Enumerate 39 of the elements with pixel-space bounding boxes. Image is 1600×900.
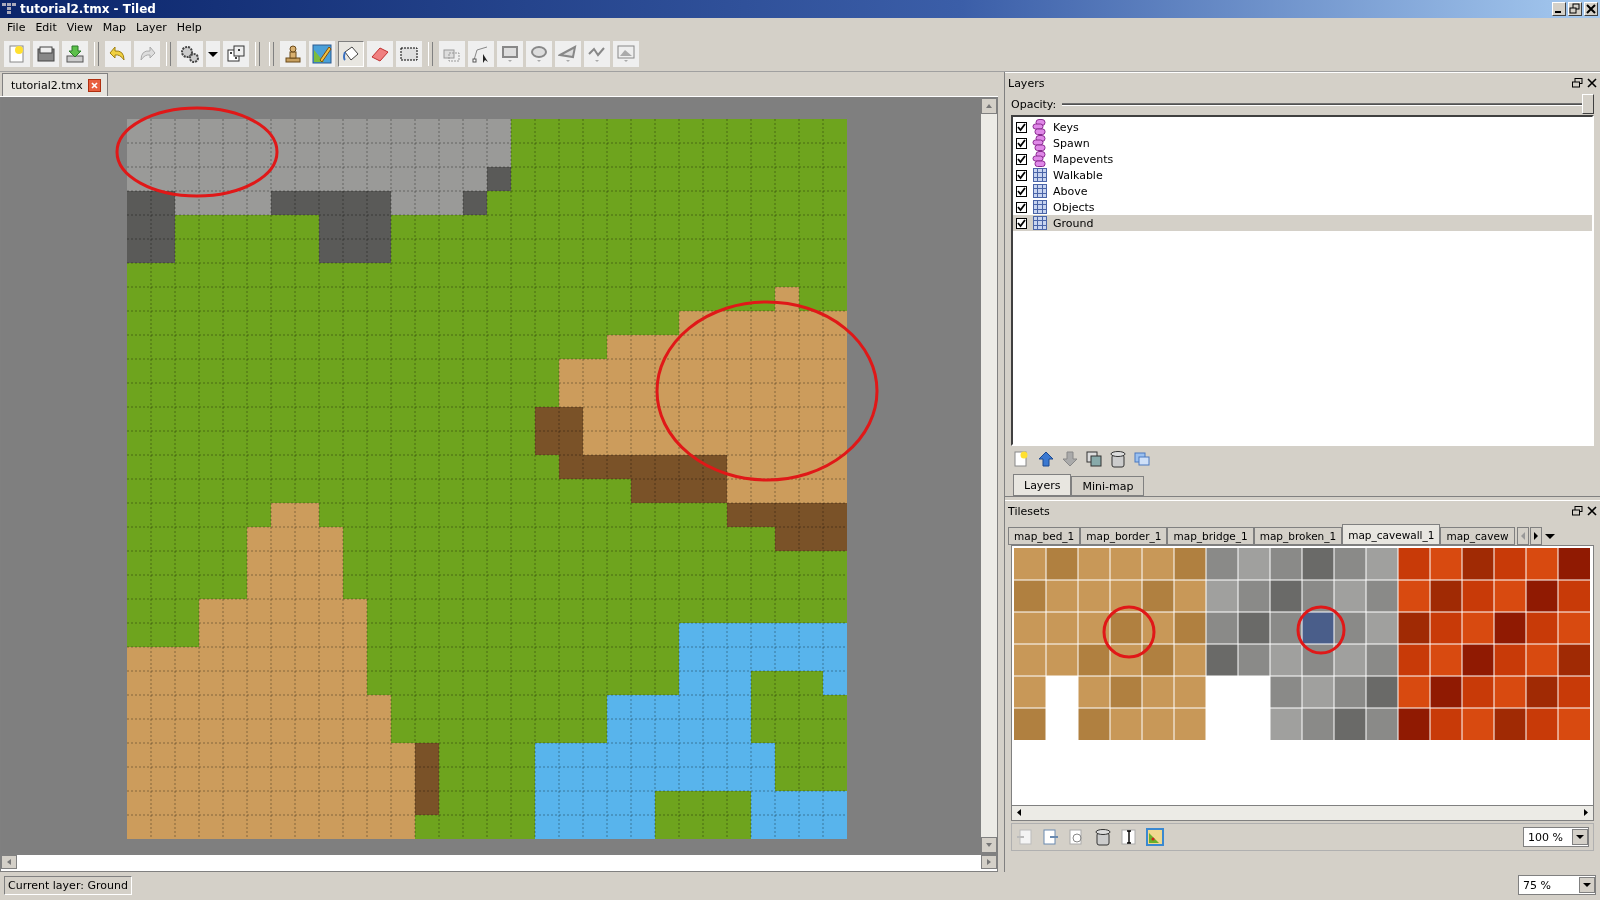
menu-item[interactable]: View bbox=[61, 21, 98, 34]
layer-name: Objects bbox=[1053, 200, 1095, 214]
layer-name: Mapevents bbox=[1053, 152, 1114, 166]
panel-title: Tilesets bbox=[1008, 504, 1050, 518]
zoom-combo[interactable]: 100 % bbox=[1523, 827, 1589, 847]
zoom-value: 75 % bbox=[1523, 878, 1552, 892]
tileset-tab[interactable]: map_cavew bbox=[1440, 527, 1515, 545]
layer-row[interactable]: Above bbox=[1013, 183, 1592, 199]
status-text: Current layer: Ground bbox=[4, 875, 132, 895]
panel-tab[interactable]: Layers bbox=[1013, 474, 1072, 496]
menu-item[interactable]: Map bbox=[97, 21, 132, 34]
menu-item[interactable]: Layer bbox=[131, 21, 172, 34]
tileset-tab[interactable]: map_border_1 bbox=[1080, 527, 1168, 545]
layer-row[interactable]: Ground bbox=[1013, 215, 1592, 231]
tileset-tab[interactable]: map_cavewall_1 bbox=[1342, 524, 1441, 545]
layer-row[interactable]: Objects bbox=[1013, 199, 1592, 215]
layer-name: Ground bbox=[1053, 216, 1094, 230]
layer-name: Above bbox=[1053, 184, 1088, 198]
zoom-combo[interactable]: 75 % bbox=[1518, 875, 1596, 895]
menu-item[interactable]: Edit bbox=[30, 21, 62, 34]
zoom-value: 100 % bbox=[1528, 830, 1564, 844]
layer-row[interactable]: Spawn bbox=[1013, 135, 1592, 151]
tileset-tab[interactable]: map_broken_1 bbox=[1253, 527, 1343, 545]
layer-name: Walkable bbox=[1053, 168, 1103, 182]
panel-title: Layers bbox=[1008, 76, 1045, 90]
tileset-tab[interactable]: map_bed_1 bbox=[1008, 527, 1081, 545]
menu-item[interactable]: Help bbox=[171, 21, 207, 34]
layer-row[interactable]: Walkable bbox=[1013, 167, 1592, 183]
window-title: tutorial2.tmx - Tiled bbox=[20, 2, 156, 16]
tab-label: tutorial2.tmx bbox=[11, 78, 83, 92]
document-tab[interactable]: tutorial2.tmx bbox=[2, 73, 108, 96]
layer-name: Spawn bbox=[1053, 136, 1090, 150]
layer-name: Keys bbox=[1053, 120, 1079, 134]
opacity-label: Opacity: bbox=[1011, 97, 1057, 111]
tileset-tab[interactable]: map_bridge_1 bbox=[1167, 527, 1254, 545]
layer-row[interactable]: Keys bbox=[1013, 119, 1592, 135]
menu-item[interactable]: File bbox=[2, 21, 31, 34]
layer-row[interactable]: Mapevents bbox=[1013, 151, 1592, 167]
panel-tab[interactable]: Mini-map bbox=[1071, 476, 1145, 496]
